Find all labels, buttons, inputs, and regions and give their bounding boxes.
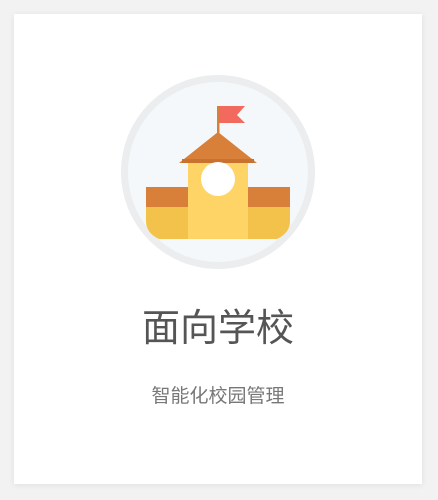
right-wing-roof	[247, 187, 290, 207]
school-card[interactable]: 面向学校 智能化校园管理	[14, 14, 422, 484]
card-title: 面向学校	[141, 306, 294, 350]
left-wing-roof	[146, 187, 189, 207]
card-subtitle: 智能化校园管理	[151, 385, 285, 407]
tower-window	[201, 162, 235, 196]
school-building-icon	[121, 75, 315, 269]
